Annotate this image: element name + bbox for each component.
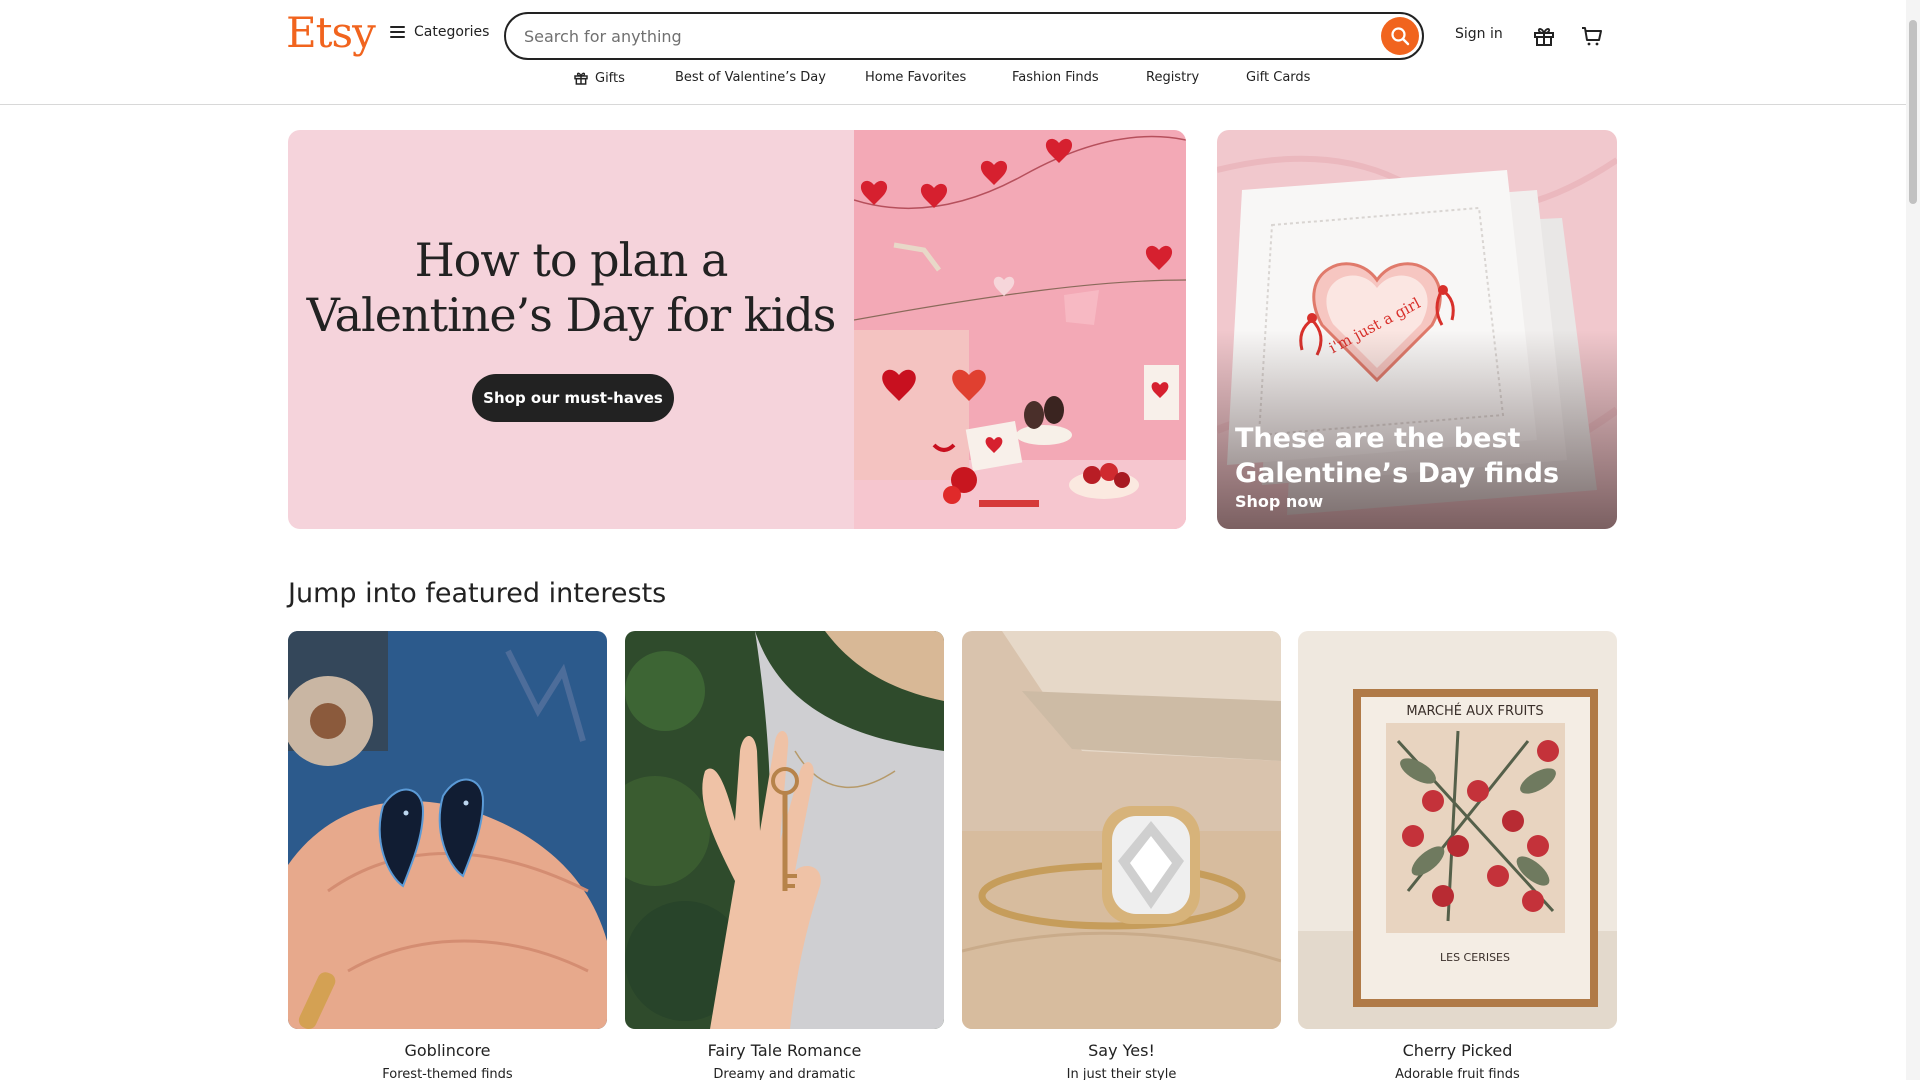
card-title: Say Yes!: [1088, 1041, 1155, 1060]
sign-in-link[interactable]: Sign in: [1455, 26, 1503, 42]
hero-title-line: Valentine’s Day for kids: [306, 288, 837, 342]
poster-title: MARCHÉ AUX FRUITS: [1406, 703, 1543, 719]
search-button[interactable]: [1381, 17, 1419, 55]
hamburger-icon: [390, 26, 405, 38]
search-icon: [1391, 27, 1410, 46]
page-scrollbar[interactable]: [1906, 0, 1920, 1080]
cart-button[interactable]: [1576, 20, 1608, 52]
shop-now-link[interactable]: Shop now: [1235, 492, 1323, 511]
hero-title-line: How to plan a: [414, 233, 729, 287]
subnav-gift-cards[interactable]: Gift Cards: [1246, 70, 1310, 85]
galentines-promo-card[interactable]: i'm just a girl These are the best Galen…: [1217, 130, 1617, 529]
subnav-fashion-finds[interactable]: Fashion Finds: [1012, 70, 1099, 85]
interest-card-fairy-tale-romance[interactable]: Fairy Tale Romance Dreamy and dramatic: [625, 631, 944, 1080]
categories-label: Categories: [414, 24, 490, 40]
gift-icon: [574, 72, 588, 85]
hero-image[interactable]: [854, 130, 1186, 529]
card-title: Cherry Picked: [1402, 1041, 1513, 1060]
promo-title-line: Galentine’s Day finds: [1235, 458, 1560, 489]
etsy-logo[interactable]: Etsy: [286, 8, 376, 57]
categories-button[interactable]: Categories: [390, 24, 489, 40]
subnav-gifts[interactable]: Gifts: [573, 70, 625, 86]
goblincore-image: [288, 631, 607, 1029]
subnav-registry[interactable]: Registry: [1146, 70, 1199, 85]
subnav-label: Gifts: [595, 70, 625, 86]
site-header: Etsy Categories Sign in: [0, 0, 1906, 105]
search-bar: [504, 12, 1424, 60]
hero-title: How to plan a Valentine’s Day for kids: [288, 233, 854, 343]
card-title: Fairy Tale Romance: [707, 1041, 862, 1060]
card-subtitle: In just their style: [1066, 1067, 1177, 1080]
category-subnav: Gifts Best of Valentine’s Day Home Favor…: [0, 70, 1906, 92]
interest-card-say-yes[interactable]: Say Yes! In just their style: [962, 631, 1281, 1080]
card-subtitle: Dreamy and dramatic: [713, 1067, 856, 1080]
search-input[interactable]: [524, 14, 1344, 58]
shop-must-haves-button[interactable]: Shop our must-haves: [472, 374, 674, 422]
card-subtitle: Adorable fruit finds: [1395, 1067, 1520, 1080]
scrollbar-thumb[interactable]: [1909, 20, 1917, 204]
fairy-tale-romance-image: [625, 631, 944, 1029]
promo-title-line: These are the best: [1235, 423, 1521, 454]
subnav-best-of-valentines[interactable]: Best of Valentine’s Day: [675, 70, 826, 85]
poster-subtitle: LES CERISES: [1440, 951, 1510, 964]
card-title: Goblincore: [404, 1041, 491, 1060]
say-yes-image: [962, 631, 1281, 1029]
cherry-picked-image: MARCHÉ AUX FRUITS LES CERISES: [1298, 631, 1617, 1029]
gift-icon: [1534, 28, 1554, 46]
cart-icon: [1582, 27, 1602, 46]
interest-card-cherry-picked[interactable]: MARCHÉ AUX FRUITS LES CERISES Cherry Pic…: [1298, 631, 1617, 1080]
hero-banner: How to plan a Valentine’s Day for kids S…: [288, 130, 1186, 529]
promo-title: These are the best Galentine’s Day finds: [1235, 421, 1605, 491]
gift-button[interactable]: [1528, 20, 1560, 52]
featured-interests-heading: Jump into featured interests: [288, 578, 667, 609]
subnav-home-favorites[interactable]: Home Favorites: [865, 70, 966, 85]
interest-card-goblincore[interactable]: Goblincore Forest-themed finds: [288, 631, 607, 1080]
card-subtitle: Forest-themed finds: [382, 1067, 513, 1080]
